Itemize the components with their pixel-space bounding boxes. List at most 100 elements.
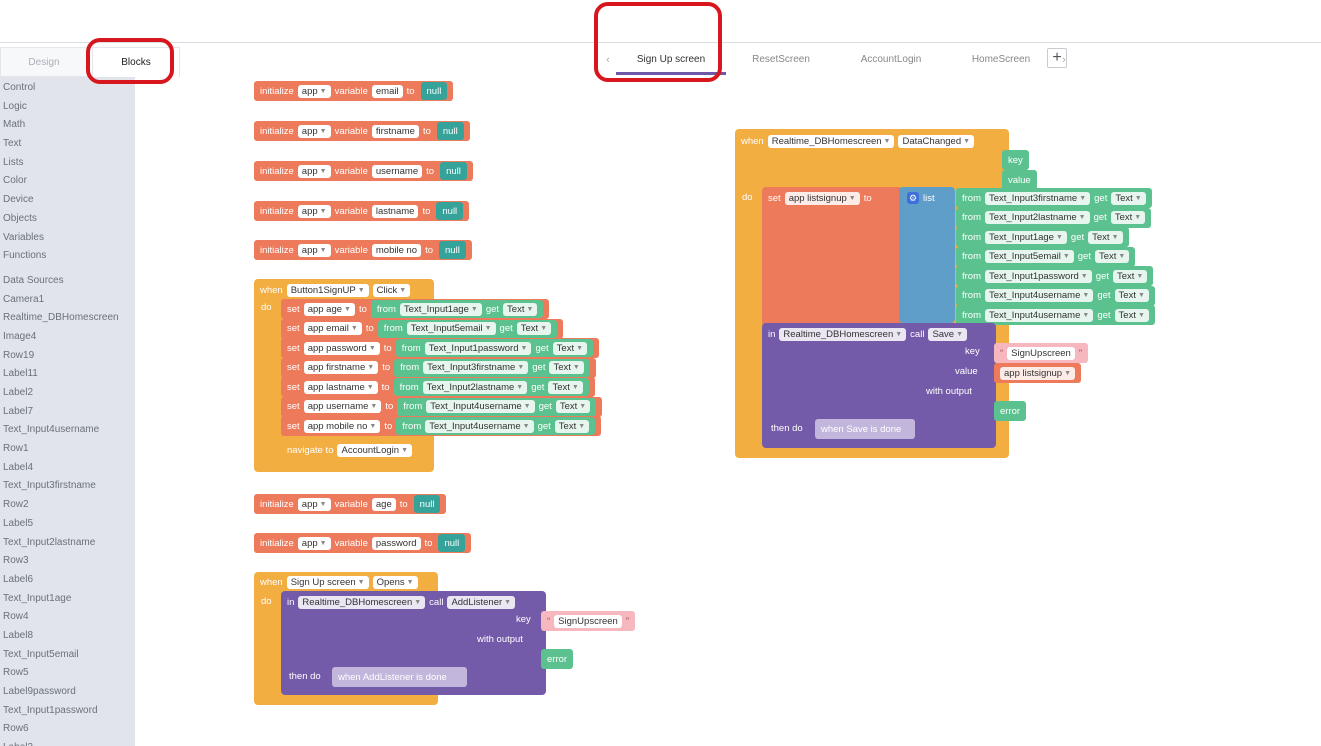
- component-field[interactable]: Text_Input5email ▼: [985, 250, 1074, 263]
- component-field[interactable]: Text_Input1password ▼: [985, 269, 1092, 283]
- set-variable-field[interactable]: app lastname ▼: [303, 380, 378, 394]
- get-property-block[interactable]: from Text_Input1password ▼ get Text ▼: [395, 339, 594, 357]
- null-block[interactable]: null: [436, 122, 464, 140]
- method-field[interactable]: Save ▼: [928, 327, 968, 341]
- get-property-block[interactable]: from Text_Input2lastname ▼ get Text ▼: [956, 207, 1152, 228]
- component-item[interactable]: Data Sources: [0, 272, 135, 291]
- get-property-block[interactable]: from Text_Input5email ▼ get Text ▼: [956, 246, 1136, 267]
- set-variable-block[interactable]: set app firstname ▼ to from Text_Input3firstn…: [281, 357, 596, 378]
- initialize-variable-block[interactable]: initialize app ▼ variable username to null: [254, 161, 473, 181]
- component-field[interactable]: Text_Input4username ▼: [985, 308, 1094, 322]
- null-block[interactable]: null: [438, 534, 466, 552]
- tab-account-login[interactable]: AccountLogin: [836, 45, 946, 75]
- initialize-variable-block[interactable]: initialize app ▼ variable age to null: [254, 494, 447, 514]
- scope-field[interactable]: app ▼: [297, 204, 331, 218]
- null-block[interactable]: null: [439, 241, 466, 259]
- set-listsignup-header[interactable]: set app listsignup ▼ to: [762, 188, 878, 208]
- property-field[interactable]: Text ▼: [1111, 191, 1146, 205]
- component-item[interactable]: Row2: [0, 496, 135, 515]
- component-item[interactable]: Label4: [0, 459, 135, 478]
- component-item[interactable]: Row6: [0, 720, 135, 739]
- property-field[interactable]: Text ▼: [1094, 250, 1130, 263]
- palette-item[interactable]: Color: [0, 172, 135, 191]
- blocks-workspace[interactable]: initialize app ▼ variable email to null initial…: [135, 77, 1321, 746]
- key-text-field[interactable]: SignUpscreen: [1007, 346, 1075, 360]
- component-item[interactable]: Label8: [0, 627, 135, 646]
- property-field[interactable]: Text ▼: [555, 400, 591, 413]
- component-item[interactable]: Text_Input3firstname: [0, 477, 135, 496]
- set-variable-field[interactable]: app age ▼: [303, 302, 355, 316]
- component-item[interactable]: Text_Input4username: [0, 421, 135, 440]
- gear-icon[interactable]: ⚙: [907, 192, 919, 204]
- component-item[interactable]: Text_Input2lastname: [0, 534, 135, 553]
- error-block[interactable]: error: [541, 649, 574, 669]
- scope-field[interactable]: app ▼: [297, 497, 331, 511]
- key-text-block[interactable]: “ SignUpscreen ”: [994, 343, 1089, 363]
- component-item[interactable]: Label11: [0, 365, 135, 384]
- set-variable-block[interactable]: set app mobile no ▼ to from Text_Input4userna…: [281, 416, 602, 436]
- property-field[interactable]: Text ▼: [516, 322, 552, 335]
- component-item[interactable]: Text_Input5email: [0, 646, 135, 665]
- callback-block[interactable]: when Save is done: [815, 419, 915, 439]
- get-property-block[interactable]: from Text_Input3firstname ▼ get Text ▼: [956, 188, 1152, 208]
- event-name-field[interactable]: Click ▼: [372, 283, 411, 297]
- get-property-block[interactable]: from Text_Input2lastname ▼ get Text ▼: [393, 378, 589, 396]
- set-variable-field[interactable]: app username ▼: [303, 400, 382, 413]
- property-field[interactable]: Text ▼: [1112, 269, 1148, 283]
- palette-item[interactable]: Device: [0, 191, 135, 210]
- component-field[interactable]: Text_Input2lastname ▼: [422, 380, 528, 394]
- palette-item[interactable]: Text: [0, 135, 135, 154]
- component-item[interactable]: Row3: [0, 552, 135, 571]
- initialize-variable-block[interactable]: initialize app ▼ variable mobile no to null: [254, 240, 472, 260]
- callback-block[interactable]: when AddListener is done: [332, 667, 467, 687]
- initialize-variable-block[interactable]: initialize app ▼ variable email to null: [254, 81, 454, 101]
- component-item[interactable]: Label6: [0, 571, 135, 590]
- set-variable-field[interactable]: app password ▼: [303, 341, 380, 355]
- component-item[interactable]: Label5: [0, 515, 135, 534]
- add-screen-button[interactable]: +: [1047, 48, 1067, 68]
- set-variable-field[interactable]: app firstname ▼: [303, 361, 379, 374]
- variable-name-field[interactable]: username: [371, 164, 423, 178]
- db-component-field[interactable]: Realtime_DBHomescreen ▼: [779, 327, 907, 341]
- palette-item[interactable]: Lists: [0, 154, 135, 173]
- get-property-block[interactable]: from Text_Input4username ▼ get Text ▼: [956, 285, 1155, 306]
- signup-click-header[interactable]: when Button1SignUP ▼ Click ▼: [254, 280, 416, 300]
- get-property-block[interactable]: from Text_Input5email ▼ get Text ▼: [377, 319, 558, 338]
- component-item[interactable]: Row19: [0, 347, 135, 366]
- property-field[interactable]: Text ▼: [1114, 289, 1149, 302]
- palette-item[interactable]: Objects: [0, 210, 135, 229]
- db-component-field[interactable]: Realtime_DBHomescreen ▼: [298, 595, 426, 609]
- component-item[interactable]: Label7: [0, 403, 135, 422]
- key-param-block[interactable]: key: [1002, 150, 1029, 170]
- method-field[interactable]: AddListener ▼: [447, 595, 516, 609]
- get-property-block[interactable]: from Text_Input4username ▼ get Text ▼: [396, 417, 596, 435]
- variable-name-field[interactable]: password: [371, 536, 421, 550]
- palette-item[interactable]: Logic: [0, 98, 135, 117]
- property-field[interactable]: Text ▼: [552, 341, 588, 355]
- scope-field[interactable]: app ▼: [297, 124, 331, 138]
- palette-item[interactable]: Math: [0, 116, 135, 135]
- navigate-target-field[interactable]: AccountLogin ▼: [337, 443, 412, 457]
- palette-item[interactable]: Variables: [0, 229, 135, 248]
- component-field[interactable]: Text_Input1age ▼: [399, 302, 482, 316]
- component-field[interactable]: Text_Input4username ▼: [425, 419, 534, 433]
- property-field[interactable]: Text ▼: [1114, 308, 1149, 322]
- add-listener-header[interactable]: in Realtime_DBHomescreen ▼ call AddListener ▼: [281, 592, 521, 612]
- variable-name-field[interactable]: firstname: [371, 124, 419, 138]
- get-property-block[interactable]: from Text_Input4username ▼ get Text ▼: [956, 305, 1155, 325]
- get-property-block[interactable]: from Text_Input4username ▼ get Text ▼: [397, 397, 597, 416]
- set-variable-block[interactable]: set app password ▼ to from Text_Input1passwor…: [281, 338, 600, 358]
- set-variable-block[interactable]: set app email ▼ to from Text_Input5email ▼ get T…: [281, 318, 564, 339]
- make-list-header[interactable]: ⚙ list: [901, 188, 941, 208]
- screen-opens-header[interactable]: when Sign Up screen ▼ Opens ▼: [254, 572, 424, 592]
- component-item[interactable]: Row4: [0, 608, 135, 627]
- component-item[interactable]: Label9password: [0, 683, 135, 702]
- palette-item[interactable]: Functions: [0, 247, 135, 266]
- variable-name-field[interactable]: mobile no: [371, 243, 422, 257]
- set-variable-block[interactable]: set app lastname ▼ to from Text_Input2lastnam…: [281, 377, 595, 397]
- save-header[interactable]: in Realtime_DBHomescreen ▼ call Save ▼: [762, 324, 973, 344]
- event-component-field[interactable]: Realtime_DBHomescreen ▼: [767, 134, 895, 148]
- component-field[interactable]: Text_Input3firstname ▼: [423, 361, 529, 374]
- null-block[interactable]: null: [440, 162, 467, 180]
- component-field[interactable]: Text_Input4username ▼: [985, 289, 1094, 302]
